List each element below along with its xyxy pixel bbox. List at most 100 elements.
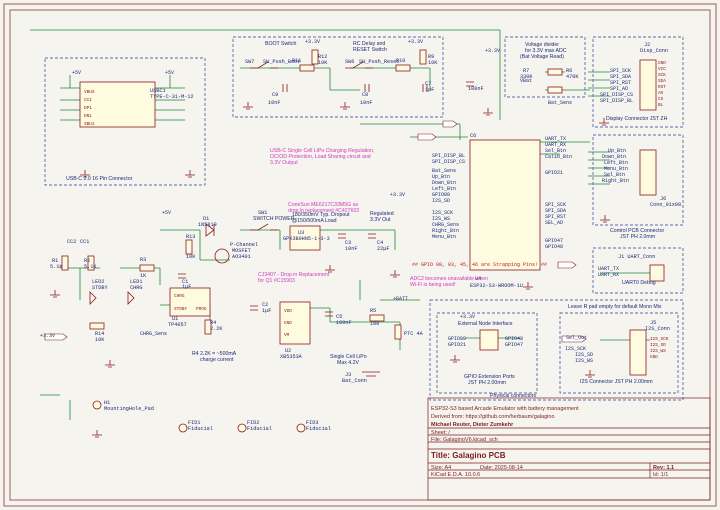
c8-label: C8	[362, 92, 368, 98]
r4-value: 2.2K	[210, 326, 223, 332]
h1-label: MountingHole_Pad	[104, 406, 154, 412]
bat-sens-net: Bat_Sens	[548, 100, 572, 106]
tb-file: File: GalaginoV6.kicad_sch	[431, 437, 498, 443]
uart-conn-flag	[557, 261, 577, 269]
sw6-part: SW_Push_Reset	[359, 59, 399, 65]
reset-3v3: +3.3V	[408, 39, 423, 45]
usbc-connector	[79, 81, 156, 128]
ctrl-title-2: JST PH 2.0mm	[620, 234, 655, 240]
capacitor-c3	[338, 233, 346, 239]
usbc-plus5v: +5V	[72, 70, 81, 76]
gpio-3v3: +3.3V	[460, 314, 475, 320]
capacitor-c5	[325, 311, 333, 317]
u2-pin-vm: VM	[284, 333, 290, 338]
power-switch	[250, 223, 278, 231]
i2s-part: I2S_Conn	[645, 326, 670, 332]
esp-net-menu: Menu_Btn	[432, 234, 456, 240]
c3-value: 10nF	[345, 246, 357, 252]
boot-reset-box	[232, 36, 444, 118]
usbc-pin-dn: DN1	[84, 114, 92, 119]
ptc-fuse	[394, 324, 402, 340]
i2s-pin-gnd: GND	[650, 355, 658, 360]
u1-part: TP4057	[168, 322, 187, 328]
sw6-label: SW6	[345, 59, 354, 65]
display-pin-ao: AO	[658, 91, 664, 96]
r14-value: 10K	[95, 337, 105, 343]
c7-value: 1µF	[425, 87, 434, 93]
c8-value: 10nF	[360, 100, 372, 106]
c5-value: 100nF	[336, 320, 352, 326]
esp-net-spi-dc: SPI_DISP_CS	[432, 159, 465, 165]
usbc-plus5v-2: +5V	[165, 70, 174, 76]
usbc-pin-cc1: CC1	[84, 98, 92, 103]
esp-c6-val: 100nF	[468, 86, 484, 92]
u1-pin-stdby: STDBY	[174, 307, 188, 312]
fid3-label: Fiducial	[306, 426, 331, 432]
gpio-sub-2: JST PH 2.00mm	[468, 380, 506, 386]
vdiv-title-3: (Bat Voltage Read)	[520, 54, 564, 60]
display-pin-sda: SDA	[658, 79, 666, 84]
ldo-note-2: @150/500mA Load	[292, 218, 337, 224]
display-connector-box	[592, 36, 684, 128]
r5-label: R5	[370, 308, 376, 314]
c9-value: 10nF	[268, 100, 280, 106]
display-connector	[639, 59, 657, 111]
mounting-hole	[92, 400, 102, 410]
charging-note-3: 3.3V Output	[270, 160, 298, 166]
r11-label: R11	[292, 58, 301, 64]
r12-value: 10K	[318, 60, 328, 66]
ctrl-part: Conn_01x08	[650, 202, 681, 208]
tb-title: Title: Galagino PCB	[431, 451, 506, 460]
schematic-canvas: USBC1 TYPE-C-31-M-12 USB-C 2.0 16 Pin Co…	[3, 3, 717, 507]
cj-note-2: for Q1 #C15903	[258, 278, 295, 284]
uart-connector	[649, 264, 665, 282]
reg-note-2: 3.3V Out	[370, 217, 391, 223]
i2s-title: I2S Connector JST PH 2.00mm	[580, 379, 653, 385]
uart-ref: J1 UART_Conn	[618, 254, 655, 260]
u2-pin-gnd: GND	[284, 321, 292, 326]
d1-part: 1N5819	[198, 222, 217, 228]
i2s-pin-sd: I2S_SD	[650, 343, 666, 348]
bat-conn-label: Bat_Conn	[342, 378, 367, 384]
esp-part: ESP32-S3-WROOM-1U	[470, 283, 523, 289]
display-pin-gnd: GND	[658, 61, 666, 66]
i2s-pin-ws: I2S_WS	[650, 349, 666, 354]
i2s-connector	[629, 329, 647, 376]
boot-3v3: +3.3V	[305, 39, 320, 45]
tb-rev: Rev: 1.1	[653, 465, 674, 471]
schematic-sheet: USBC1 TYPE-C-31-M-12 USB-C 2.0 16 Pin Co…	[0, 0, 720, 510]
esp-net-sel-ad: SEL_AD	[545, 220, 563, 226]
cell-note-2: Max 4.2V	[337, 360, 359, 366]
boot-net-flag	[417, 133, 437, 141]
en-net-flag	[442, 120, 458, 128]
r1-value: 5.1K	[50, 264, 63, 270]
sw7-label: SW7	[245, 59, 254, 65]
esp-net-gpio21: GPIO21	[545, 170, 563, 176]
display-pin-sck: SCK	[658, 73, 666, 78]
cc2-label: CC1	[80, 239, 89, 245]
strapping-warning: ## GPIO 00, 03, 45, 46 are Strapping Pin…	[412, 262, 547, 268]
display-part: Disp_Conn	[640, 48, 668, 54]
display-pin-vcc: VCC	[658, 67, 666, 72]
r10-label: R10	[396, 58, 405, 64]
led2-label: STDBY	[92, 285, 108, 291]
i2s-note: Leave R pad empty for default Mono Mix	[568, 304, 662, 310]
u2-part: XB5353A	[280, 354, 303, 360]
chrg-sens-net: CHRG_Sens	[140, 331, 167, 337]
q1-part: AO3401	[232, 254, 251, 260]
reset-title-2: RESET Switch	[353, 47, 387, 53]
esp-net-i2s-sd: I2S_SD	[432, 198, 450, 204]
capacitor-c4	[368, 233, 376, 239]
capacitor-c2	[250, 305, 258, 311]
r9-value: 10K	[428, 60, 438, 66]
control-connector	[639, 149, 657, 196]
capacitor-c1	[178, 273, 186, 279]
esp-net-calib: Calib_Btn	[545, 154, 572, 160]
uart-title: UART0 Debug	[622, 280, 656, 286]
r4-note-2: charge current	[200, 357, 234, 363]
i2s-pin-sck: I2S_SCK	[650, 337, 669, 342]
u1-pin-prog: PROG	[196, 307, 207, 312]
esp-3v3: +3.3V	[485, 48, 500, 54]
mosfet-q1	[214, 248, 230, 264]
sw1-ref: SW1	[258, 210, 267, 216]
